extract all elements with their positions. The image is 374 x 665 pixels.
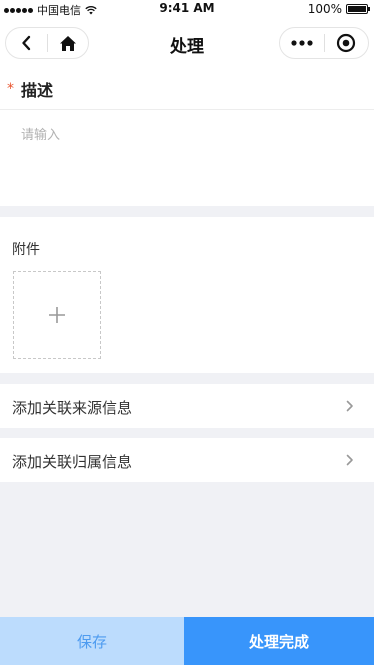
description-input[interactable] — [12, 118, 362, 198]
upload-attachment-button[interactable] — [13, 271, 101, 359]
status-right: 100% — [307, 2, 370, 16]
plus-icon — [49, 307, 65, 323]
description-section: * 描述 — [0, 70, 374, 206]
chevron-right-icon — [346, 454, 353, 466]
status-bar: 中国电信 9:41 AM 100% — [0, 0, 374, 18]
attachment-section: 附件 — [0, 217, 374, 373]
attachment-label: 附件 — [12, 242, 40, 258]
bottom-action-bar: 保存 处理完成 — [0, 617, 374, 665]
complete-button[interactable]: 处理完成 — [184, 617, 374, 665]
required-mark: * — [7, 81, 14, 97]
nav-bar: 处理 — [0, 18, 374, 70]
description-label: 描述 — [21, 81, 54, 100]
description-label-row: * 描述 — [0, 70, 374, 110]
nav-capsule-right — [279, 27, 369, 59]
close-miniprogram-button[interactable] — [324, 28, 368, 58]
more-button[interactable] — [280, 28, 324, 58]
chevron-right-icon — [346, 400, 353, 412]
more-dots-icon — [291, 40, 313, 46]
add-source-link-row[interactable]: 添加关联来源信息 — [0, 384, 374, 428]
save-button[interactable]: 保存 — [0, 617, 184, 665]
add-ownership-link-row[interactable]: 添加关联归属信息 — [0, 438, 374, 482]
battery-icon — [346, 4, 370, 14]
add-ownership-label: 添加关联归属信息 — [12, 453, 133, 471]
battery-percent: 100% — [307, 2, 342, 16]
add-source-label: 添加关联来源信息 — [12, 399, 133, 417]
target-circle-icon — [337, 33, 356, 53]
